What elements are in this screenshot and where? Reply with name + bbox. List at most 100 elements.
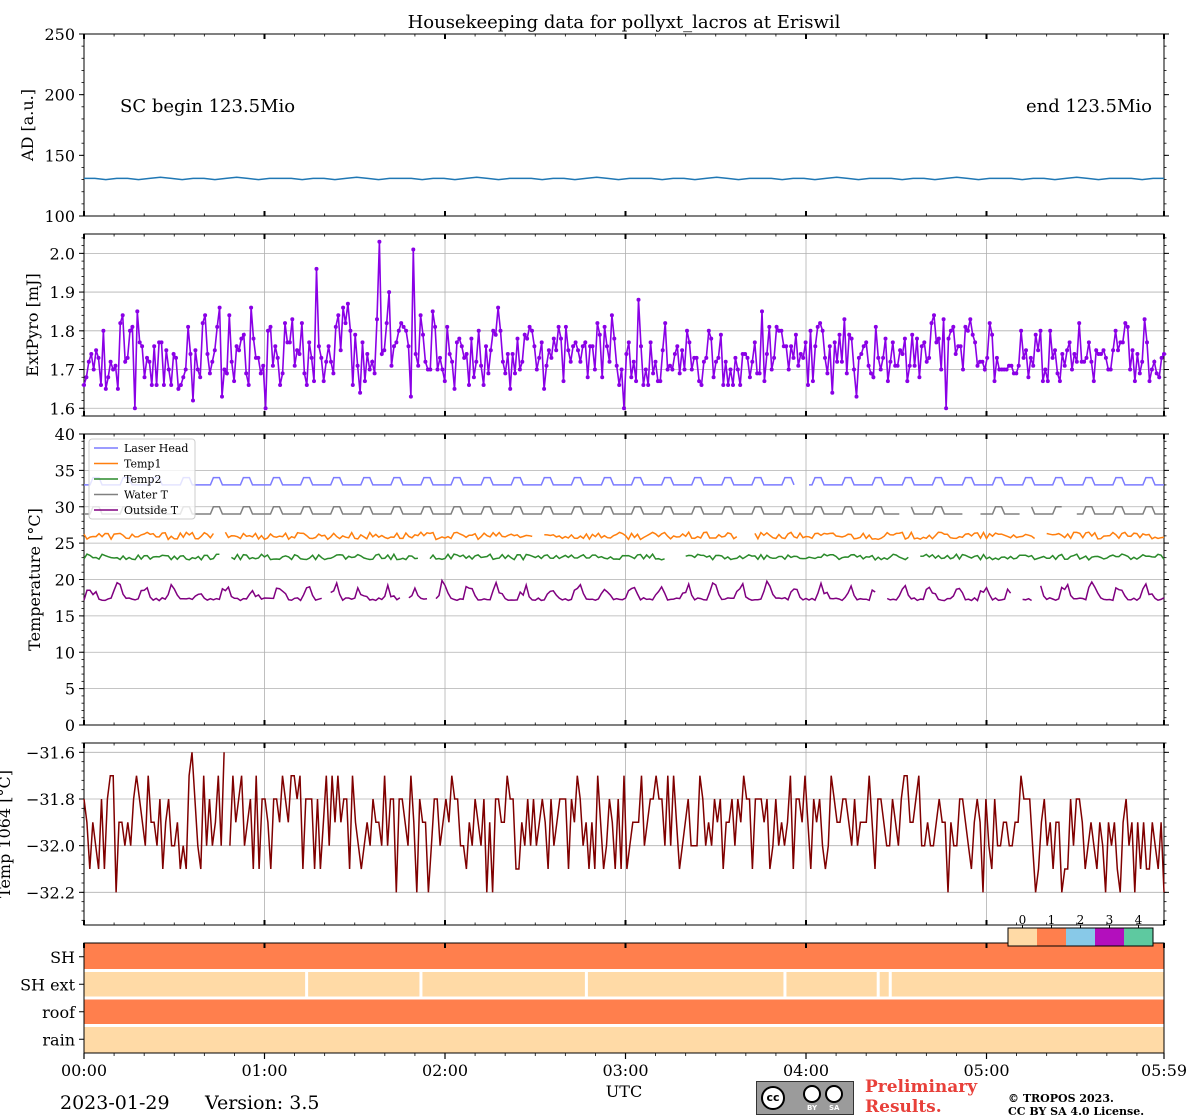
data-point: [118, 321, 123, 326]
data-point: [304, 383, 309, 387]
data-point: [258, 371, 263, 376]
data-point: [716, 355, 721, 360]
x-tick-label: 05:59: [1141, 1061, 1187, 1080]
data-point: [164, 348, 169, 353]
data-point: [571, 344, 576, 349]
data-point: [760, 309, 764, 314]
temperature-series-outside-t: [83, 581, 322, 602]
data-point: [147, 359, 152, 364]
y-tick-label: 5: [65, 680, 75, 699]
data-point: [864, 340, 869, 345]
temperature-series-water-t: [910, 506, 963, 515]
data-point: [832, 340, 837, 345]
data-point: [113, 363, 118, 368]
data-point: [1149, 367, 1154, 372]
data-point: [1089, 359, 1094, 364]
data-point: [718, 332, 723, 337]
data-point: [1091, 379, 1096, 384]
data-point: [767, 324, 772, 329]
data-point: [132, 406, 137, 411]
data-point: [227, 313, 232, 318]
data-point: [280, 371, 285, 376]
data-point: [178, 383, 183, 387]
data-point: [573, 340, 578, 345]
data-point: [750, 359, 755, 364]
data-point: [1154, 371, 1159, 376]
data-point: [735, 367, 740, 372]
data-point: [345, 301, 350, 306]
temperature-series-temp2: [83, 553, 220, 562]
data-point: [895, 363, 900, 368]
colorbar-swatch-4: [1124, 928, 1153, 946]
data-point: [1036, 348, 1041, 353]
data-point: [447, 352, 452, 356]
cc-license-logo: cc BY SA: [756, 1081, 854, 1115]
data-point: [140, 344, 145, 349]
data-point: [985, 355, 990, 360]
legend-label: Temp1: [124, 458, 161, 471]
data-point: [951, 324, 956, 329]
data-point: [130, 324, 135, 329]
cc-icon: cc: [761, 1086, 785, 1110]
ad-series-line: [84, 176, 1164, 181]
data-point: [176, 386, 181, 391]
data-point: [336, 313, 341, 318]
data-point: [319, 355, 324, 360]
data-point: [975, 363, 980, 368]
data-point: [658, 379, 663, 384]
data-point: [1103, 355, 1108, 360]
data-point: [89, 352, 94, 356]
data-point: [142, 375, 147, 380]
data-point: [316, 344, 321, 349]
data-point: [314, 266, 319, 271]
data-point: [1137, 371, 1142, 376]
data-point: [636, 297, 641, 302]
data-point: [992, 379, 997, 384]
data-point: [450, 359, 455, 364]
data-point: [566, 348, 571, 353]
data-point: [764, 352, 769, 356]
data-point: [295, 348, 300, 353]
data-point: [486, 371, 491, 376]
y-tick-label: −31.8: [26, 790, 75, 809]
copyright-line-2: CC BY SA 4.0 License.: [1008, 1105, 1145, 1118]
data-point: [496, 305, 501, 310]
x-tick-label: 01:00: [241, 1061, 287, 1080]
data-point: [987, 321, 992, 326]
by-icon: [803, 1085, 821, 1103]
data-point: [617, 383, 622, 387]
data-point: [539, 340, 544, 345]
temperature-series-temp1: [224, 531, 533, 541]
legend-label: Outside T: [124, 504, 179, 517]
data-point: [1108, 367, 1113, 372]
data-point: [454, 340, 459, 345]
y-tick-label: 1.6: [50, 399, 75, 418]
data-point: [505, 352, 510, 356]
sa-icon: [825, 1085, 843, 1103]
data-point: [634, 379, 639, 384]
data-point: [333, 324, 338, 329]
data-point: [401, 324, 406, 329]
data-point: [861, 344, 866, 349]
data-point: [1084, 355, 1089, 360]
data-point: [241, 332, 246, 337]
data-point: [699, 383, 704, 387]
data-point: [747, 375, 752, 380]
data-point: [563, 324, 568, 329]
data-point: [273, 344, 278, 349]
data-point: [266, 328, 270, 333]
data-point: [866, 363, 871, 368]
data-point: [1070, 367, 1074, 372]
data-point: [646, 383, 651, 387]
data-point: [883, 336, 888, 341]
data-point: [687, 340, 692, 345]
data-point: [329, 359, 333, 364]
data-point: [355, 363, 360, 368]
data-point: [936, 336, 941, 341]
data-point: [576, 348, 580, 353]
data-point: [856, 355, 861, 360]
data-point: [583, 340, 588, 345]
data-point: [224, 371, 229, 376]
data-point: [249, 305, 254, 310]
data-point: [362, 379, 367, 384]
